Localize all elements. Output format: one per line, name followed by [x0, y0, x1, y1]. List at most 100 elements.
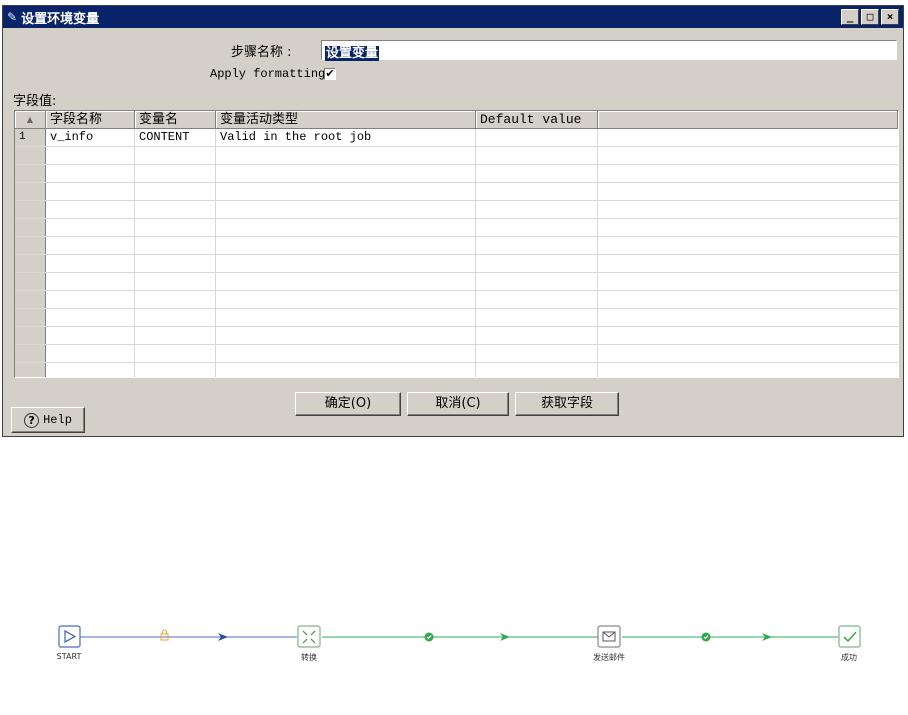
table-row[interactable] [15, 363, 898, 377]
table-cell [598, 345, 898, 362]
table-row[interactable] [15, 273, 898, 291]
table-cell[interactable] [46, 363, 135, 377]
table-row[interactable] [15, 291, 898, 309]
table-cell [598, 219, 898, 236]
sort-arrow-icon[interactable]: ▲ [15, 111, 46, 128]
table-cell[interactable] [46, 327, 135, 344]
table-cell[interactable] [476, 345, 598, 362]
table-cell[interactable] [476, 291, 598, 308]
table-cell[interactable] [135, 201, 216, 218]
table-cell[interactable] [135, 165, 216, 182]
table-row[interactable] [15, 183, 898, 201]
table-cell[interactable] [216, 147, 476, 164]
table-cell[interactable] [216, 183, 476, 200]
table-cell[interactable] [135, 345, 216, 362]
table-cell[interactable] [46, 165, 135, 182]
cancel-button[interactable]: 取消(C) [407, 392, 509, 416]
start-node[interactable] [58, 625, 81, 648]
row-index [15, 183, 46, 200]
table-cell[interactable] [216, 165, 476, 182]
table-cell[interactable] [476, 363, 598, 377]
mail-node[interactable] [597, 625, 621, 648]
table-cell[interactable] [216, 327, 476, 344]
close-button[interactable]: × [881, 9, 899, 25]
success-check-icon [701, 632, 711, 642]
table-cell[interactable] [135, 309, 216, 326]
column-header-variable[interactable]: 变量名 [135, 111, 216, 128]
table-row[interactable] [15, 219, 898, 237]
table-cell[interactable] [216, 255, 476, 272]
table-cell[interactable] [476, 309, 598, 326]
minimize-button[interactable]: _ [841, 9, 859, 25]
table-cell[interactable] [216, 273, 476, 290]
stepname-input[interactable]: 设置变量 [321, 40, 897, 61]
help-button[interactable]: ? Help [11, 407, 85, 433]
row-index: 1 [15, 129, 46, 146]
table-cell[interactable] [46, 291, 135, 308]
column-header-scope[interactable]: 变量活动类型 [216, 111, 476, 128]
table-cell[interactable] [216, 345, 476, 362]
column-header-field-name[interactable]: 字段名称 [46, 111, 135, 128]
ok-button[interactable]: 确定(O) [295, 392, 401, 416]
table-cell[interactable] [135, 327, 216, 344]
success-node[interactable] [838, 625, 861, 648]
table-cell[interactable] [476, 255, 598, 272]
table-cell[interactable] [46, 309, 135, 326]
table-cell[interactable] [46, 273, 135, 290]
table-cell[interactable] [46, 345, 135, 362]
cell-variable[interactable]: CONTENT [135, 129, 216, 146]
table-cell[interactable] [216, 237, 476, 254]
table-cell[interactable] [135, 237, 216, 254]
apply-formatting-checkbox[interactable]: ✔ [324, 68, 336, 80]
table-row[interactable] [15, 345, 898, 363]
table-cell [598, 201, 898, 218]
table-cell[interactable] [46, 201, 135, 218]
table-cell[interactable] [216, 219, 476, 236]
cell-field-name[interactable]: v_info [46, 129, 135, 146]
table-cell[interactable] [476, 219, 598, 236]
table-cell[interactable] [476, 165, 598, 182]
cell-default[interactable] [476, 129, 598, 146]
table-row[interactable] [15, 165, 898, 183]
dialog-title: 设置环境变量 [21, 11, 100, 27]
node-label-start: START [56, 652, 82, 661]
table-row[interactable] [15, 309, 898, 327]
table-cell[interactable] [46, 147, 135, 164]
table-row[interactable] [15, 147, 898, 165]
table-cell[interactable] [46, 255, 135, 272]
table-row[interactable] [15, 201, 898, 219]
table-cell[interactable] [135, 183, 216, 200]
table-row[interactable]: 1 v_info CONTENT Valid in the root job [15, 129, 898, 147]
transform-node[interactable] [297, 625, 321, 648]
table-cell [598, 291, 898, 308]
get-fields-button[interactable]: 获取字段 [515, 392, 619, 416]
row-index [15, 237, 46, 254]
table-row[interactable] [15, 255, 898, 273]
table-cell[interactable] [135, 255, 216, 272]
table-cell[interactable] [135, 147, 216, 164]
table-cell[interactable] [476, 273, 598, 290]
table-row[interactable] [15, 237, 898, 255]
table-cell[interactable] [46, 183, 135, 200]
cell-scope[interactable]: Valid in the root job [216, 129, 476, 146]
table-cell[interactable] [216, 291, 476, 308]
maximize-button[interactable]: □ [861, 9, 879, 25]
column-header-default[interactable]: Default value [476, 111, 598, 128]
table-cell[interactable] [46, 219, 135, 236]
table-cell[interactable] [476, 201, 598, 218]
table-cell[interactable] [135, 273, 216, 290]
table-cell[interactable] [476, 237, 598, 254]
table-cell[interactable] [476, 327, 598, 344]
node-label-mail: 发送邮件 [593, 653, 625, 662]
table-cell[interactable] [476, 147, 598, 164]
table-cell[interactable] [476, 183, 598, 200]
table-cell[interactable] [46, 237, 135, 254]
dialog-titlebar[interactable]: ✎ 设置环境变量 _ □ × [3, 6, 903, 28]
table-row[interactable] [15, 327, 898, 345]
table-cell[interactable] [135, 219, 216, 236]
table-cell[interactable] [135, 363, 216, 377]
table-cell[interactable] [135, 291, 216, 308]
table-cell[interactable] [216, 363, 476, 377]
table-cell[interactable] [216, 201, 476, 218]
table-cell[interactable] [216, 309, 476, 326]
